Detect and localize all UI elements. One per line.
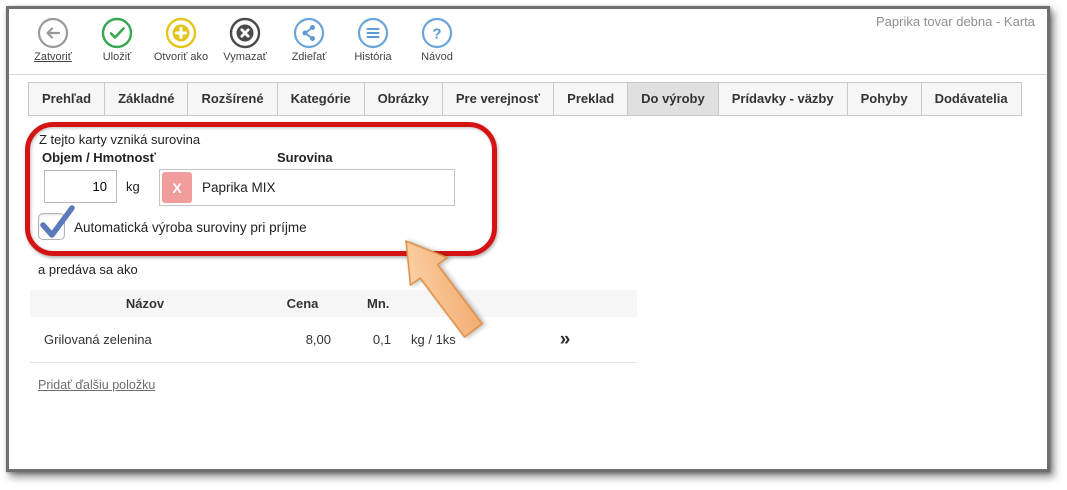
cell-qty: 0,1 (345, 332, 403, 347)
card-window: Zatvoriť Uložiť Otvoriť ako (6, 6, 1050, 472)
history-button[interactable]: História (345, 16, 401, 63)
open-as-button[interactable]: Otvoriť ako (153, 16, 209, 63)
row-detail-chevron-button[interactable]: » (560, 330, 571, 349)
tab-do-vyroby[interactable]: Do výroby (627, 82, 719, 116)
check-icon (101, 17, 133, 49)
back-arrow-icon (37, 17, 69, 49)
volume-unit-text: kg (126, 179, 140, 194)
sales-intro-text: a predáva sa ako (38, 262, 138, 277)
tab-zakladne[interactable]: Základné (104, 82, 188, 116)
toolbar-label: Návod (409, 51, 465, 63)
save-button[interactable]: Uložiť (89, 16, 145, 63)
tab-kategorie[interactable]: Kategórie (277, 82, 365, 116)
header-name: Názov (30, 296, 260, 311)
table-row: Grilovaná zelenina 8,00 0,1 kg / 1ks » (30, 317, 637, 363)
auto-production-label: Automatická výroba suroviny pri príjme (74, 220, 307, 235)
sales-table: Názov Cena Mn. Grilovaná zelenina 8,00 0… (30, 290, 637, 363)
material-field: X (159, 169, 455, 206)
plus-icon (165, 17, 197, 49)
tab-dodavatelia[interactable]: Dodávatelia (921, 82, 1022, 116)
material-input[interactable] (192, 180, 452, 195)
toolbar-label: Zatvoriť (25, 51, 81, 63)
toolbar-label: Otvoriť ako (153, 51, 209, 63)
cell-name: Grilovaná zelenina (30, 332, 260, 347)
question-icon: ? (421, 17, 453, 49)
production-intro-text: Z tejto karty vzniká surovina (39, 132, 200, 147)
toolbar-label: Uložiť (89, 51, 145, 63)
toolbar-label: Zdieľať (281, 51, 337, 63)
tab-preklad[interactable]: Preklad (553, 82, 628, 116)
checkmark-icon (38, 202, 78, 242)
share-button[interactable]: Zdieľať (281, 16, 337, 63)
table-header-row: Názov Cena Mn. (30, 290, 637, 317)
toolbar-label: História (345, 51, 401, 63)
tab-pohyby[interactable]: Pohyby (847, 82, 922, 116)
header-price: Cena (260, 296, 345, 311)
tab-rozsirene[interactable]: Rozšírené (187, 82, 277, 116)
volume-input[interactable] (44, 170, 117, 203)
toolbar: Zatvoriť Uložiť Otvoriť ako (9, 9, 1047, 75)
cell-price: 8,00 (260, 332, 345, 347)
tab-pridavky-vazby[interactable]: Prídavky - väzby (718, 82, 848, 116)
delete-button[interactable]: Vymazať (217, 16, 273, 63)
pointer-arrow-annotation (9, 9, 1047, 467)
remove-material-button[interactable]: X (162, 172, 192, 203)
help-button[interactable]: ? Návod (409, 16, 465, 63)
tab-prehlad[interactable]: Prehľad (28, 82, 105, 116)
toolbar-label: Vymazať (217, 51, 273, 63)
close-button[interactable]: Zatvoriť (25, 16, 81, 63)
auto-production-checkbox[interactable] (38, 213, 65, 240)
screenshot-stage: Zatvoriť Uložiť Otvoriť ako (0, 0, 1067, 490)
svg-text:?: ? (432, 26, 441, 43)
share-icon (293, 17, 325, 49)
tab-pre-verejnost[interactable]: Pre verejnosť (442, 82, 554, 116)
tab-obrazky[interactable]: Obrázky (364, 82, 443, 116)
window-title: Paprika tovar debna - Karta (876, 14, 1035, 29)
cell-unit: kg / 1ks (403, 332, 493, 347)
tab-bar: Prehľad Základné Rozšírené Kategórie Obr… (28, 82, 1022, 116)
volume-label: Objem / Hmotnosť (42, 150, 156, 165)
add-item-link[interactable]: Pridať ďalšiu položku (38, 378, 155, 392)
material-label: Surovina (277, 150, 333, 165)
delete-x-icon (229, 17, 261, 49)
header-qty: Mn. (345, 296, 403, 311)
menu-lines-icon (357, 17, 389, 49)
